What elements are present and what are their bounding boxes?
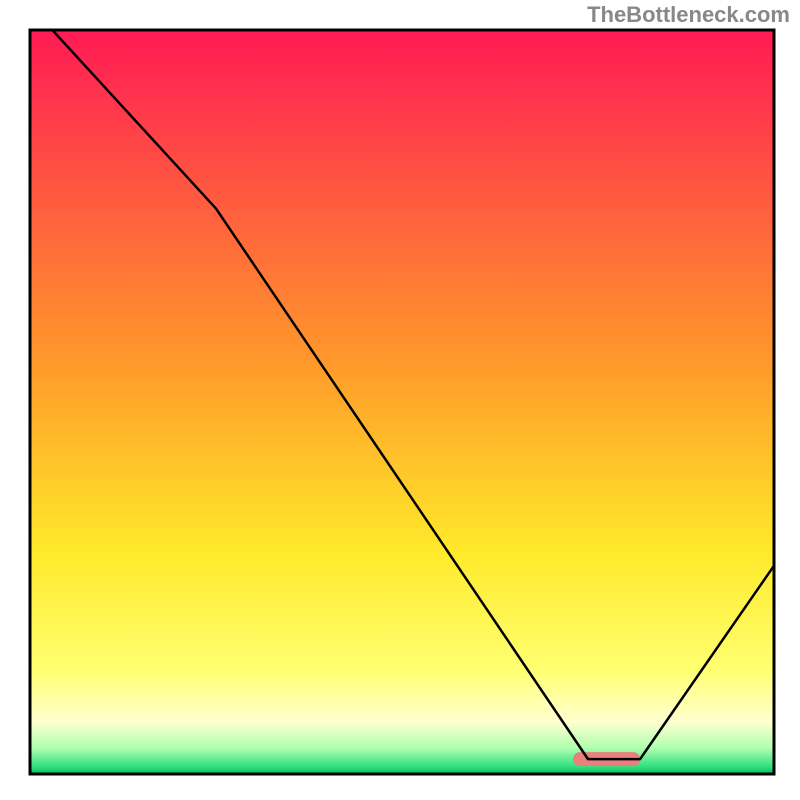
- bottleneck-chart: [0, 0, 800, 800]
- gradient-background: [30, 30, 774, 774]
- watermark-text: TheBottleneck.com: [587, 2, 790, 28]
